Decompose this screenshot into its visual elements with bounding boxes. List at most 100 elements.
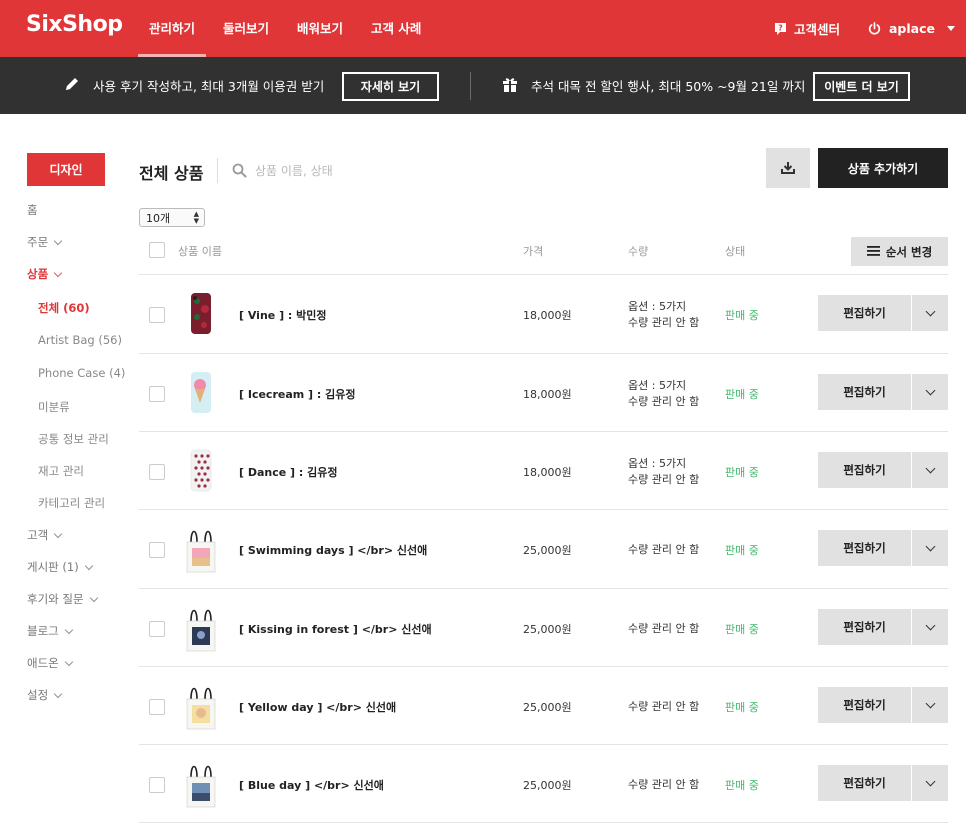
table-row: [ Yellow day ] </br> 신선애 25,000원 수량 관리 안… [139, 667, 948, 745]
product-name[interactable]: [ Yellow day ] </br> 신선애 [239, 699, 396, 715]
help-center-link[interactable]: ? 고객센터 [774, 0, 840, 57]
download-icon [781, 159, 795, 178]
edit-button[interactable]: 편집하기 [818, 374, 911, 410]
status-badge: 판매 중 [725, 623, 759, 636]
sidebar-subitem-phone-case[interactable]: Phone Case (4) [38, 366, 125, 380]
chevron-down-icon [925, 776, 935, 786]
chevron-down-icon [84, 561, 93, 570]
nav-item-learn[interactable]: 배워보기 [297, 0, 343, 57]
sidebar-item-label: 블로그 [27, 624, 59, 638]
product-thumbnail[interactable] [183, 603, 219, 653]
edit-button[interactable]: 편집하기 [818, 295, 911, 331]
sidebar-item-board[interactable]: 게시판 (1) [27, 559, 93, 575]
help-icon: ? [774, 22, 787, 36]
edit-button[interactable]: 편집하기 [818, 609, 911, 645]
logo[interactable]: SixShop [26, 12, 123, 37]
product-name[interactable]: [ Vine ] : 박민정 [239, 307, 327, 323]
row-dropdown-button[interactable] [912, 452, 948, 488]
sidebar-item-reviews[interactable]: 후기와 질문 [27, 591, 98, 607]
sidebar-item-label: 고객 [27, 528, 49, 542]
product-price: 18,000원 [523, 388, 572, 401]
row-checkbox[interactable] [149, 542, 165, 558]
nav-item-manage[interactable]: 관리하기 [137, 0, 207, 57]
row-dropdown-button[interactable] [912, 374, 948, 410]
row-dropdown-button[interactable] [912, 295, 948, 331]
row-dropdown-button[interactable] [912, 765, 948, 801]
sidebar-subitem-common-info[interactable]: 공통 정보 관리 [38, 431, 109, 447]
row-dropdown-button[interactable] [912, 530, 948, 566]
sidebar-subitem-artist-bag[interactable]: Artist Bag (56) [38, 333, 122, 347]
nav-item-browse[interactable]: 둘러보기 [223, 0, 269, 57]
product-name[interactable]: [ Dance ] : 김유정 [239, 464, 338, 480]
product-thumbnail[interactable] [183, 289, 219, 339]
design-button[interactable]: 디자인 [27, 153, 105, 186]
product-name[interactable]: [ Swimming days ] </br> 신선애 [239, 542, 427, 558]
product-name[interactable]: [ Icecream ] : 김유정 [239, 386, 356, 402]
promo-details-button[interactable]: 자세히 보기 [342, 72, 439, 101]
status-badge: 판매 중 [725, 779, 759, 792]
row-checkbox[interactable] [149, 699, 165, 715]
edit-button[interactable]: 편집하기 [818, 530, 911, 566]
page-title: 전체 상품 [139, 164, 204, 183]
row-dropdown-button[interactable] [912, 687, 948, 723]
sidebar-subitem-inventory[interactable]: 재고 관리 [38, 463, 84, 479]
promo-review-text: 사용 후기 작성하고, 최대 3개월 이용권 받기 [93, 79, 325, 94]
promo-event-button[interactable]: 이벤트 더 보기 [813, 72, 910, 101]
table-row: [ Swimming days ] </br> 신선애 25,000원 수량 관… [139, 510, 948, 588]
product-qty: 옵션 : 5가지 수량 관리 안 함 [628, 378, 699, 410]
sidebar-item-orders[interactable]: 주문 [27, 234, 63, 250]
download-button[interactable] [766, 148, 810, 188]
row-checkbox[interactable] [149, 777, 165, 793]
sidebar-item-products[interactable]: 상품 [27, 266, 63, 282]
product-thumbnail[interactable] [183, 524, 219, 574]
product-name[interactable]: [ Blue day ] </br> 신선애 [239, 777, 384, 793]
nav-item-cases[interactable]: 고객 사례 [371, 0, 421, 57]
reorder-button[interactable]: 순서 변경 [851, 237, 948, 266]
sidebar-item-label: 주문 [27, 235, 49, 249]
chevron-down-icon [53, 268, 63, 277]
product-thumbnail[interactable] [183, 759, 219, 809]
product-price: 25,000원 [523, 544, 572, 557]
product-options: 옵션 : 5가지 [628, 457, 687, 470]
product-thumbnail[interactable] [183, 681, 219, 731]
product-price: 25,000원 [523, 701, 572, 714]
edit-button[interactable]: 편집하기 [818, 452, 911, 488]
sidebar-item-addons[interactable]: 애드온 [27, 655, 73, 671]
sidebar-subitem-all[interactable]: 전체 (60) [38, 300, 90, 316]
product-name[interactable]: [ Kissing in forest ] </br> 신선애 [239, 621, 432, 637]
product-thumbnail[interactable] [183, 368, 219, 418]
sidebar-item-customers[interactable]: 고객 [27, 527, 63, 543]
row-checkbox[interactable] [149, 621, 165, 637]
row-dropdown-button[interactable] [912, 609, 948, 645]
title-divider [217, 158, 218, 183]
product-thumbnail[interactable] [183, 446, 219, 496]
row-checkbox[interactable] [149, 386, 165, 402]
sidebar-item-label: 상품 [27, 267, 49, 281]
sidebar-item-blog[interactable]: 블로그 [27, 623, 73, 639]
chevron-down-icon [925, 620, 935, 630]
sidebar-item-settings[interactable]: 설정 [27, 687, 63, 703]
edit-button[interactable]: 편집하기 [818, 765, 911, 801]
status-badge: 판매 중 [725, 466, 759, 479]
row-checkbox[interactable] [149, 307, 165, 323]
product-options: 옵션 : 5가지 [628, 379, 687, 392]
select-arrows-icon: ▲ ▼ [193, 210, 199, 225]
edit-button[interactable]: 편집하기 [818, 687, 911, 723]
chevron-down-icon [53, 689, 63, 698]
sidebar-subitem-uncategorized[interactable]: 미분류 [38, 399, 70, 415]
promo-event: 추석 대목 전 할인 행사, 최대 50% ~9월 21일 까지 [502, 57, 805, 114]
status-badge: 판매 중 [725, 544, 759, 557]
sidebar-subitem-category[interactable]: 카테고리 관리 [38, 495, 105, 511]
sidebar-item-home[interactable]: 홈 [27, 202, 38, 218]
promo-banner: 사용 후기 작성하고, 최대 3개월 이용권 받기 자세히 보기 추석 대목 전… [0, 57, 966, 114]
user-menu[interactable]: aplace [868, 0, 955, 57]
per-page-select[interactable]: 10개 ▲ ▼ [139, 208, 205, 227]
product-qty: 수량 관리 안 함 [628, 700, 700, 713]
search-input[interactable] [255, 158, 555, 183]
select-all-checkbox[interactable] [149, 242, 165, 258]
row-checkbox[interactable] [149, 464, 165, 480]
add-product-button[interactable]: 상품 추가하기 [818, 148, 948, 188]
column-header-qty: 수량 [628, 245, 649, 258]
chevron-down-icon [925, 698, 935, 708]
promo-divider [470, 72, 471, 100]
